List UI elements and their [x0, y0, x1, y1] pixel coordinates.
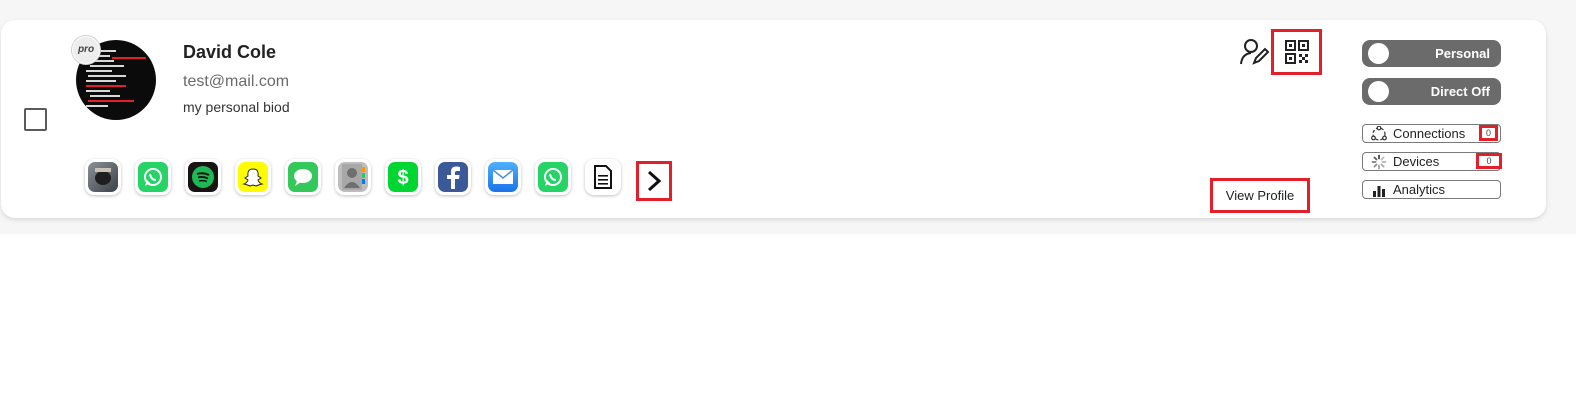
select-checkbox[interactable] [24, 108, 47, 131]
qr-code-button[interactable] [1271, 29, 1322, 75]
app-link-mail[interactable] [485, 159, 521, 195]
chevron-right-icon [647, 170, 661, 192]
app-link-whatsapp-2[interactable] [535, 159, 571, 195]
messages-icon [288, 162, 318, 192]
app-link-spotify[interactable] [185, 159, 221, 195]
app-link-document[interactable] [585, 159, 621, 195]
spotify-icon [188, 162, 218, 192]
analytics-label: Analytics [1393, 182, 1446, 197]
snapchat-icon [238, 162, 268, 192]
profile-bio: my personal biod [183, 99, 290, 115]
personal-toggle[interactable]: Personal [1362, 40, 1501, 67]
profile-name: David Cole [183, 42, 277, 62]
next-apps-button[interactable] [636, 161, 672, 201]
devices-count: 0 [1476, 153, 1502, 169]
connections-icon [1371, 126, 1387, 141]
app-link-cashapp[interactable]: $ [385, 159, 421, 195]
toggle-knob [1368, 81, 1389, 102]
edit-user-button[interactable] [1240, 38, 1270, 66]
app-link-photo[interactable] [85, 159, 121, 195]
qr-code-icon [1284, 40, 1309, 64]
devices-label: Devices [1393, 154, 1440, 169]
whatsapp-icon [538, 162, 568, 192]
svg-text:$: $ [397, 167, 408, 188]
whatsapp-icon [138, 162, 168, 192]
app-link-whatsapp[interactable] [135, 159, 171, 195]
document-icon [588, 162, 618, 192]
bar-chart-icon [1373, 186, 1385, 197]
analytics-button[interactable]: Analytics [1362, 180, 1501, 199]
direct-toggle[interactable]: Direct Off [1362, 78, 1501, 105]
app-link-contacts[interactable] [335, 159, 371, 195]
direct-toggle-label: Direct Off [1430, 84, 1490, 99]
app-link-messages[interactable] [285, 159, 321, 195]
app-link-snapchat[interactable] [235, 159, 271, 195]
profile-email: test@mail.com [183, 73, 290, 90]
facebook-icon [438, 162, 468, 192]
connections-count: 0 [1479, 125, 1498, 141]
connections-label: Connections [1393, 126, 1466, 141]
pro-badge: pro [72, 36, 100, 64]
devices-spinner-icon [1371, 154, 1387, 170]
mail-icon [488, 162, 518, 192]
app-links-row: $ [85, 159, 621, 195]
personal-toggle-label: Personal [1435, 46, 1490, 61]
app-link-facebook[interactable] [435, 159, 471, 195]
view-profile-button[interactable]: View Profile [1210, 178, 1310, 213]
cashapp-icon: $ [388, 162, 418, 192]
toggle-knob [1368, 43, 1389, 64]
photo-app-icon [88, 162, 118, 192]
contacts-icon [338, 162, 368, 192]
user-edit-icon [1240, 39, 1270, 65]
